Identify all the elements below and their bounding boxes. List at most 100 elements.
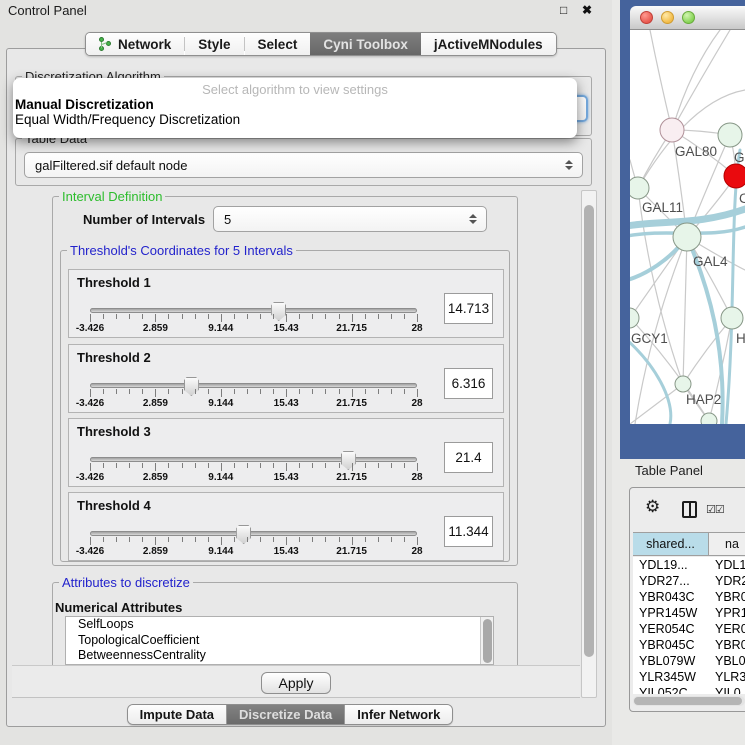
node-label: H — [736, 331, 745, 346]
table-horizontal-scrollbar[interactable] — [633, 696, 745, 706]
table-panel-title: Table Panel — [635, 463, 703, 478]
thresholds-group-label: Threshold's Coordinates for 5 Intervals — [67, 243, 296, 258]
network-node[interactable] — [724, 164, 745, 188]
tab-label: Infer Network — [357, 707, 440, 722]
attribute-list-item[interactable]: BetweennessCentrality — [66, 648, 493, 664]
node-label: HAP2 — [686, 392, 721, 407]
tab-infer-network[interactable]: Infer Network — [345, 705, 452, 724]
tab-cyni-toolbox[interactable]: Cyni Toolbox — [310, 33, 421, 55]
table-scrollbar-thumb[interactable] — [634, 697, 742, 705]
attributes-scrollbar-thumb[interactable] — [483, 619, 492, 663]
select-columns-icon[interactable]: ☑☑ — [706, 503, 724, 516]
network-node[interactable] — [630, 308, 639, 328]
node-label: GAL4 — [693, 254, 728, 269]
tab-jactivemnodules[interactable]: jActiveMNodules — [421, 33, 556, 55]
apply-bar: Apply — [12, 665, 580, 698]
numerical-attributes-list[interactable]: SelfLoopsTopologicalCoefficientBetweenne… — [65, 616, 494, 665]
tab-label: jActiveMNodules — [434, 37, 543, 52]
table-row[interactable]: YBR043CYBR0 — [633, 589, 745, 605]
panel-scrollbar-thumb[interactable] — [584, 205, 594, 657]
network-node[interactable] — [660, 118, 684, 142]
float-window-icon[interactable]: □ — [560, 3, 567, 17]
number-of-intervals-label: Number of Intervals — [83, 212, 205, 227]
table-row[interactable]: YPR145WYPR1 — [633, 605, 745, 621]
network-node[interactable] — [721, 307, 743, 329]
node-label: GAL11 — [642, 200, 683, 215]
threshold-block: Threshold 4 -3.4262.8599.14415.4321.7152… — [68, 492, 504, 561]
bottom-tabbar: Impute Data Discretize Data Infer Networ… — [0, 704, 580, 725]
network-window-titlebar[interactable] — [630, 6, 745, 30]
menu-item-manual-discretization[interactable]: Manual Discretization — [13, 97, 577, 112]
threshold-slider-track[interactable] — [90, 308, 417, 313]
number-of-intervals-combobox[interactable]: 5 — [213, 206, 487, 232]
control-panel-titlebar: Control Panel □ ✖ — [0, 0, 612, 20]
threshold-block: Threshold 3 -3.4262.8599.14415.4321.7152… — [68, 418, 504, 487]
slider-tick-labels: -3.4262.8599.14415.4321.71528 — [90, 472, 417, 484]
attribute-list-item[interactable]: TopologicalCoefficient — [66, 633, 493, 649]
slider-tick-labels: -3.4262.8599.14415.4321.71528 — [90, 323, 417, 335]
network-node[interactable] — [675, 376, 691, 392]
table-row[interactable]: YDR27...YDR2 — [633, 573, 745, 589]
network-icon — [99, 37, 112, 52]
attribute-list-item[interactable]: SelfLoops — [66, 617, 493, 633]
attributes-list-scrollbar[interactable] — [480, 617, 493, 665]
tab-select[interactable]: Select — [245, 33, 311, 55]
node-label: GCY1 — [631, 331, 668, 346]
tab-impute-data[interactable]: Impute Data — [128, 705, 226, 724]
table-row[interactable]: YBL079WYBL0 — [633, 653, 745, 669]
slider-tick-labels: -3.4262.8599.14415.4321.71528 — [90, 546, 417, 558]
threshold-value-field[interactable]: 11.344 — [444, 516, 493, 547]
network-node[interactable] — [673, 223, 701, 251]
threshold-block: Threshold 1 -3.4262.8599.14415.4321.7152… — [68, 269, 504, 338]
network-canvas[interactable]: GAL80GCGAL11GAL4GCY1HHAP2 — [630, 30, 745, 424]
control-panel-window: Control Panel □ ✖ Network Style Select C… — [0, 0, 612, 745]
tab-label: Style — [198, 37, 230, 52]
node-table-body[interactable]: YDL19...YDL1YDR27...YDR2YBR043CYBR0YPR14… — [633, 557, 745, 694]
column-header-name[interactable]: na — [709, 533, 745, 555]
slider-ticks — [90, 314, 417, 323]
threshold-label: Threshold 3 — [77, 424, 151, 439]
threshold-slider-track[interactable] — [90, 531, 417, 536]
dropdown-prompt: Select algorithm to view settings — [13, 78, 577, 97]
node-label: G — [734, 150, 745, 165]
table-data-combobox[interactable]: galFiltered.sif default node — [24, 152, 583, 178]
network-node[interactable] — [718, 123, 742, 147]
table-panel-toolbar: ⚙ ☑☑ — [630, 488, 745, 530]
tab-network[interactable]: Network — [86, 33, 184, 55]
tab-discretize-data[interactable]: Discretize Data — [227, 705, 344, 724]
minimize-window-icon[interactable] — [661, 11, 674, 24]
panel-scrollbar[interactable] — [581, 190, 597, 698]
node-label: GAL80 — [675, 144, 717, 159]
table-row[interactable]: YDL19...YDL1 — [633, 557, 745, 573]
column-header-shared-name[interactable]: shared... — [633, 533, 709, 555]
tab-label: Select — [258, 37, 298, 52]
slider-ticks — [90, 389, 417, 398]
zoom-window-icon[interactable] — [682, 11, 695, 24]
close-window-icon[interactable] — [640, 11, 653, 24]
slider-ticks — [90, 537, 417, 546]
menu-item-equal-width-frequency[interactable]: Equal Width/Frequency Discretization — [13, 112, 577, 127]
close-panel-icon[interactable]: ✖ — [582, 3, 592, 17]
slider-tick-labels: -3.4262.8599.14415.4321.71528 — [90, 398, 417, 410]
control-panel-title: Control Panel — [8, 3, 87, 18]
thresholds-group: Threshold's Coordinates for 5 Intervals … — [60, 250, 510, 562]
threshold-slider-track[interactable] — [90, 383, 417, 388]
split-view-icon[interactable] — [682, 501, 697, 518]
attributes-group-label: Attributes to discretize — [59, 575, 193, 590]
apply-button[interactable]: Apply — [261, 672, 331, 694]
table-row[interactable]: YBR045CYBR0 — [633, 637, 745, 653]
network-node[interactable] — [701, 413, 717, 424]
threshold-value-field[interactable]: 21.4 — [444, 442, 493, 473]
gear-icon[interactable]: ⚙ — [645, 498, 660, 515]
network-node[interactable] — [630, 177, 649, 199]
combo-arrows-icon — [469, 214, 477, 224]
table-row[interactable]: YIL052CYIL0 — [633, 685, 745, 694]
threshold-value-field[interactable]: 6.316 — [444, 368, 493, 399]
table-row[interactable]: YER054CYER0 — [633, 621, 745, 637]
tab-style[interactable]: Style — [185, 33, 243, 55]
tab-label: Cyni Toolbox — [323, 37, 408, 52]
threshold-slider-track[interactable] — [90, 457, 417, 462]
threshold-value-field[interactable]: 14.713 — [444, 293, 493, 324]
table-row[interactable]: YLR345WYLR3 — [633, 669, 745, 685]
threshold-block: Threshold 2 -3.4262.8599.14415.4321.7152… — [68, 344, 504, 413]
